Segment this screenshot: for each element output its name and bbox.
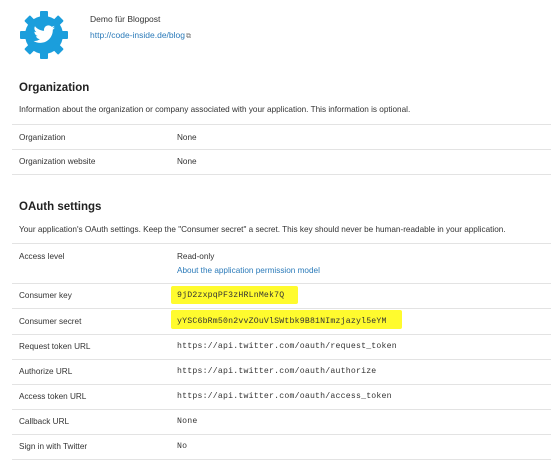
authorize-url-value[interactable]: https://api.twitter.com/oauth/authorize [177, 367, 376, 376]
divider [12, 434, 551, 435]
oauth-heading: OAuth settings [19, 201, 102, 213]
divider [12, 459, 551, 460]
app-website-link[interactable]: http://code-inside.de/blog⧉ [90, 30, 191, 41]
access-token-url-value[interactable]: https://api.twitter.com/oauth/access_tok… [177, 392, 392, 401]
access-token-url-label: Access token URL [19, 392, 87, 401]
sign-in-with-twitter-value: No [177, 442, 188, 451]
access-level-label: Access level [19, 252, 65, 261]
app-website-url: http://code-inside.de/blog [90, 30, 185, 40]
request-token-url-value[interactable]: https://api.twitter.com/oauth/request_to… [177, 342, 397, 351]
app-header: Demo für Blogpost http://code-inside.de/… [19, 10, 539, 64]
divider [12, 283, 551, 284]
sign-in-with-twitter-label: Sign in with Twitter [19, 442, 88, 451]
permission-model-link[interactable]: About the application permission model [177, 266, 320, 275]
consumer-secret-value[interactable]: yYSC6bRm50n2vvZOuVlSWtbk9B81NImzjazyl5eY… [177, 317, 387, 326]
consumer-secret-label: Consumer secret [19, 317, 82, 326]
organization-description: Information about the organization or co… [19, 105, 411, 114]
divider [12, 409, 551, 410]
divider [12, 308, 551, 309]
callback-url-label: Callback URL [19, 417, 70, 426]
consumer-key-value[interactable]: 9jD2zxpqPF3zHRLnMek7Q [177, 291, 284, 300]
organization-website-value: None [177, 157, 197, 166]
divider [12, 124, 551, 125]
divider [12, 384, 551, 385]
callback-url-value: None [177, 417, 198, 426]
divider [12, 359, 551, 360]
twitter-gear-logo-icon [20, 11, 68, 59]
divider [12, 174, 551, 175]
oauth-description: Your application's OAuth settings. Keep … [19, 225, 506, 234]
organization-value: None [177, 133, 197, 142]
consumer-key-label: Consumer key [19, 291, 72, 300]
app-description: Demo für Blogpost [90, 14, 161, 24]
external-link-icon: ⧉ [185, 33, 191, 40]
organization-heading: Organization [19, 82, 90, 94]
authorize-url-label: Authorize URL [19, 367, 73, 376]
access-level-value: Read-only [177, 252, 215, 261]
divider [12, 149, 551, 150]
organization-label: Organization [19, 133, 66, 142]
divider [12, 243, 551, 244]
divider [12, 334, 551, 335]
organization-website-label: Organization website [19, 157, 96, 166]
request-token-url-label: Request token URL [19, 342, 91, 351]
